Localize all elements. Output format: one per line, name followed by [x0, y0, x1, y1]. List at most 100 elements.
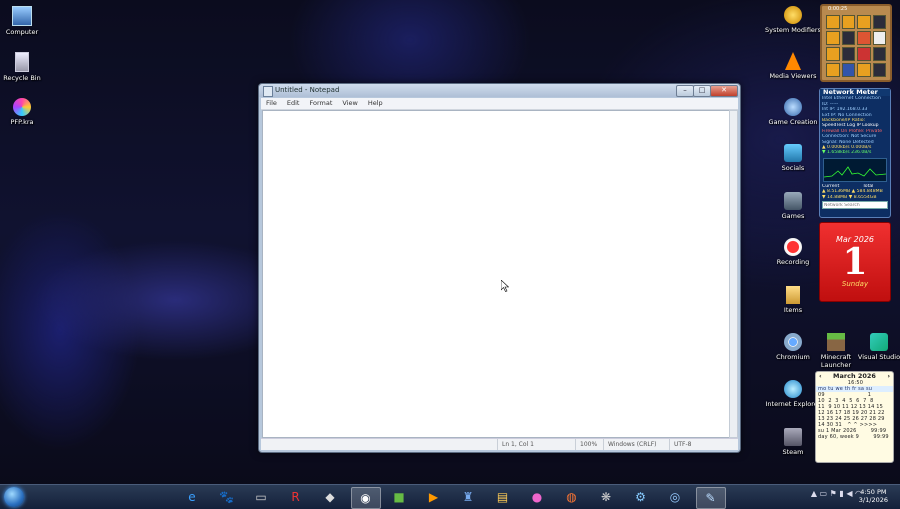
taskbar-terminal-button[interactable]: ▭	[247, 487, 275, 507]
folder-icon	[786, 286, 800, 304]
taskbar-obs-button[interactable]: ◉	[350, 487, 381, 509]
media-player-icon: ▶	[428, 490, 439, 504]
taskbar-file-explorer-button[interactable]: ▤	[489, 487, 517, 507]
desktop-icon-label: Chromium	[776, 353, 810, 361]
taskbar-notepad-button[interactable]: ✎	[695, 487, 726, 509]
puzzle-tile[interactable]	[841, 63, 855, 77]
taskbar-gimp-button[interactable]: 🐾	[213, 487, 241, 507]
steam-icon	[784, 428, 802, 446]
taskbar-browser-button[interactable]: ◎	[661, 487, 689, 507]
taskbar-roblox-button[interactable]: R	[282, 487, 310, 507]
desktop-icon-game-creation[interactable]: Game Creation	[763, 98, 823, 126]
maximize-button[interactable]: □	[693, 85, 711, 97]
puzzle-tile[interactable]	[826, 15, 840, 29]
clock-time: 4:50 PM	[860, 488, 887, 496]
system-modifiers-icon	[784, 6, 802, 24]
close-button[interactable]: ✕	[710, 85, 738, 97]
mini-calendar-header: ‹ March 2026 ›	[816, 372, 893, 380]
taskbar-settings-button[interactable]: ⚙	[627, 487, 655, 507]
desktop-icon-internet-explorer[interactable]: Internet Explorer	[763, 380, 823, 408]
settings-icon: ⚙	[635, 490, 646, 504]
desktop-icon-label: PFP.kra	[10, 118, 34, 126]
desktop-icon-items[interactable]: Items	[763, 286, 823, 314]
puzzle-tile[interactable]	[857, 31, 871, 45]
puzzle-tile[interactable]	[857, 63, 871, 77]
volume-tray-icon[interactable]: ◀	[846, 489, 852, 498]
puzzle-tile[interactable]	[872, 47, 886, 61]
mini-calendar-gadget: ‹ March 2026 › 16:50 mo tu we th fr sa s…	[815, 371, 894, 463]
desktop-icon-recording[interactable]: Recording	[763, 238, 823, 266]
puzzle-tile[interactable]	[872, 15, 886, 29]
puzzle-tile[interactable]	[872, 63, 886, 77]
desktop-icon-media-viewers[interactable]: Media Viewers	[763, 52, 823, 80]
text-editor-area[interactable]	[262, 110, 731, 438]
network-graph-svg	[823, 166, 887, 178]
puzzle-tile[interactable]	[857, 15, 871, 29]
desktop-icon-pfp-kra[interactable]: PFP.kra	[0, 98, 52, 126]
puzzle-tile[interactable]	[826, 63, 840, 77]
desktop-icon-label: System Modifiers	[765, 26, 821, 34]
browser-icon: ◎	[669, 490, 681, 504]
gimp-icon: 🐾	[219, 490, 234, 504]
menu-file[interactable]: File	[261, 98, 282, 109]
tile-puzzle-gadget[interactable]: 0:00:25	[820, 4, 892, 82]
davinci-resolve-icon: ❋	[600, 490, 612, 504]
puzzle-tile[interactable]	[841, 15, 855, 29]
puzzle-tile[interactable]	[826, 31, 840, 45]
network-tray-icon[interactable]: ▭	[820, 489, 828, 498]
puzzle-grid[interactable]	[826, 15, 886, 77]
vertical-scrollbar[interactable]	[729, 110, 738, 438]
firefox-icon: ◍	[566, 490, 577, 504]
calendar-day: 1	[842, 241, 868, 283]
menu-edit[interactable]: Edit	[282, 98, 305, 109]
menu-view[interactable]: View	[337, 98, 362, 109]
unity-icon: ◆	[325, 490, 335, 504]
puzzle-tile[interactable]	[857, 47, 871, 61]
notepad-titlebar[interactable]: Untitled - Notepad – □ ✕	[259, 84, 740, 97]
status-cursor-position: Ln 1, Col 1	[497, 439, 534, 450]
taskbar-internet-explorer-button[interactable]: e	[178, 487, 206, 507]
desktop-icon-label: Socials	[781, 164, 805, 172]
desktop-icon-label: Recording	[776, 258, 810, 266]
status-zoom: 100%	[575, 439, 597, 450]
prev-month-button[interactable]: ‹	[816, 372, 822, 380]
taskbar-clock[interactable]: 4:50 PM 3/1/2026	[859, 488, 888, 504]
battery-tray-icon[interactable]: ▮	[839, 489, 843, 498]
network-meter-gadget: Network Meter Intel Ethernet Connection …	[819, 88, 891, 218]
recycle-bin-icon	[15, 52, 29, 72]
minimize-button[interactable]: –	[676, 85, 694, 97]
taskbar-firefox-button[interactable]: ◍	[558, 487, 586, 507]
show-hidden-icons-icon[interactable]: ▲	[811, 489, 817, 498]
desktop-icon-computer[interactable]: Computer	[0, 6, 52, 36]
desktop-icon-socials[interactable]: Socials	[763, 144, 823, 172]
desktop-icon-games[interactable]: Games	[763, 192, 823, 220]
notepad-window[interactable]: Untitled - Notepad – □ ✕ File Edit Format V…	[258, 83, 741, 453]
network-total-label: Total	[862, 183, 874, 189]
system-tray: ▲ ▭ ⚑ ▮ ◀ ◠	[811, 489, 862, 498]
taskbar-minecraft-button[interactable]: ■	[385, 487, 413, 507]
desktop-icon-system-modifiers[interactable]: System Modifiers	[763, 6, 823, 34]
minecraft-icon	[827, 333, 845, 351]
desktop-icon-visual-studio[interactable]: Visual Studio	[849, 333, 900, 361]
taskbar-krita-button[interactable]: ●	[523, 487, 551, 507]
puzzle-tile[interactable]	[826, 47, 840, 61]
flag-tray-icon[interactable]: ⚑	[830, 489, 837, 498]
taskbar: e 🐾 ▭ R ◆ ◉ ■ ▶ ♜ ▤ ● ◍ ❋ ⚙ ◎ ✎ ▲ ▭ ⚑ ▮ ◀ ◠ 4:50 PM 3/1…	[0, 484, 900, 509]
network-download-rate: ▼ 1.658kb/s 236.0B/s	[822, 150, 872, 156]
next-month-button[interactable]: ›	[887, 372, 893, 380]
network-search-input[interactable]	[822, 201, 888, 210]
puzzle-tile[interactable]	[872, 31, 886, 45]
mini-calendar-month: March 2026	[833, 372, 876, 380]
taskbar-media-player-button[interactable]: ▶	[420, 487, 448, 507]
menu-help[interactable]: Help	[363, 98, 388, 109]
puzzle-tile[interactable]	[841, 31, 855, 45]
puzzle-tile[interactable]	[841, 47, 855, 61]
menu-format[interactable]: Format	[304, 98, 337, 109]
desktop-icon-steam[interactable]: Steam	[763, 428, 823, 456]
desktop-icon-recycle-bin[interactable]: Recycle Bin	[0, 52, 52, 82]
taskbar-unity-button[interactable]: ◆	[316, 487, 344, 507]
taskbar-game-tools-button[interactable]: ♜	[454, 487, 482, 507]
desktop-icon-label: Computer	[5, 28, 39, 36]
start-button[interactable]	[4, 487, 24, 507]
taskbar-davinci-resolve-button[interactable]: ❋	[592, 487, 620, 507]
